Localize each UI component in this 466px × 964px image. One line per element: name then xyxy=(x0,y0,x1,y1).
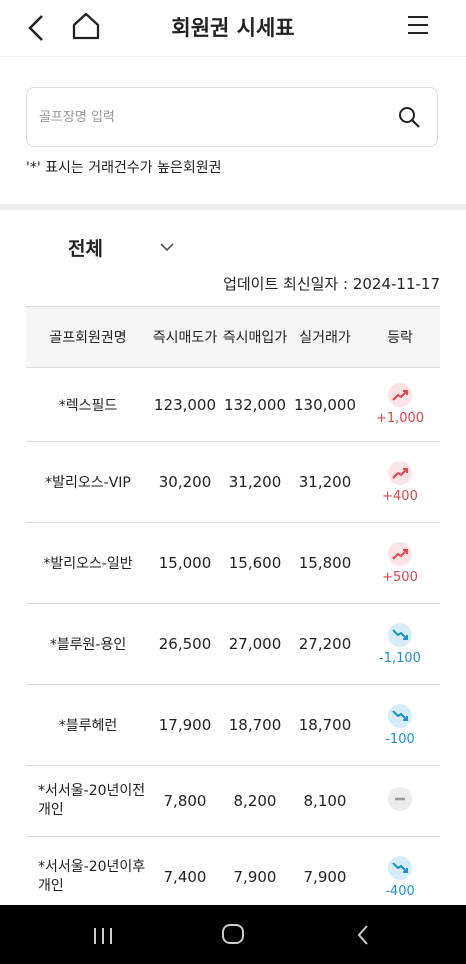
change-value: +400 xyxy=(382,488,418,504)
section-divider xyxy=(0,204,466,210)
row-change: -100 xyxy=(360,703,440,747)
chevron-down-icon[interactable] xyxy=(158,238,176,256)
row-sell: 123,000 xyxy=(153,395,217,414)
search-button[interactable] xyxy=(397,105,421,129)
row-actual: 8,100 xyxy=(303,792,347,810)
table-row[interactable]: *블루원-용인 26,500 27,000 27,200 -1,100 xyxy=(26,604,440,685)
row-change: +1,000 xyxy=(360,383,440,426)
recents-icon xyxy=(94,928,112,944)
search-icon xyxy=(399,107,420,128)
recents-button[interactable] xyxy=(92,927,114,949)
row-actual: 31,200 xyxy=(298,473,352,491)
table-header: 골프회원권명 즉시매도가 즉시매입가 실거래가 등락 xyxy=(26,306,440,368)
trend-up-icon xyxy=(388,383,412,407)
system-navigation-bar xyxy=(0,905,466,964)
row-buy: 15,600 xyxy=(228,554,282,572)
change-value: +500 xyxy=(382,569,418,585)
back-nav-icon xyxy=(357,925,368,945)
table-row[interactable]: *렉스필드 123,000 132,000 130,000 +1,000 xyxy=(26,368,440,442)
table-row[interactable]: *발리오스-VIP 30,200 31,200 31,200 +400 xyxy=(26,442,440,523)
row-name: *블루원-용인 xyxy=(49,637,127,653)
back-nav-button[interactable] xyxy=(356,925,370,945)
trend-up-icon xyxy=(388,460,412,485)
row-change: -1,100 xyxy=(360,622,440,666)
row-change: -400 xyxy=(360,855,440,899)
change-value: -1,100 xyxy=(379,650,421,666)
header-buy: 즉시매입가 xyxy=(222,330,288,346)
price-table: 골프회원권명 즉시매도가 즉시매입가 실거래가 등락 *렉스필드 123,000… xyxy=(26,306,440,917)
trend-down-icon xyxy=(388,703,412,728)
row-name: *발리오스-일반 xyxy=(43,556,133,572)
row-name: *서서울-20년이후 개인 xyxy=(38,859,146,894)
note-text: '*' 표시는 거래건수가 높은회원권 xyxy=(26,160,222,176)
header-change: 등락 xyxy=(387,330,413,346)
change-value: +1,000 xyxy=(375,411,425,426)
update-date: 업데이트 최신일자 : 2024-11-17 xyxy=(223,275,440,293)
row-name: *서서울-20년이전 개인 xyxy=(38,783,146,818)
row-buy: 31,200 xyxy=(228,473,282,491)
filter-dropdown[interactable]: 전체 xyxy=(68,234,103,261)
row-name: *블루헤런 xyxy=(58,718,118,734)
table-row[interactable]: *블루헤런 17,900 18,700 18,700 -100 xyxy=(26,685,440,766)
row-actual: 15,800 xyxy=(298,554,352,572)
row-sell: 30,200 xyxy=(158,473,212,491)
row-buy: 7,900 xyxy=(233,868,277,886)
app-header: 회원권 시세표 xyxy=(0,0,466,57)
header-actual: 실거래가 xyxy=(299,330,351,346)
row-sell: 7,400 xyxy=(163,868,207,886)
menu-button[interactable] xyxy=(406,14,430,36)
change-value: -100 xyxy=(385,731,415,747)
table-row[interactable]: *서서울-20년이전 개인 7,800 8,200 8,100 xyxy=(26,766,440,837)
hamburger-menu-icon xyxy=(408,16,428,34)
row-change: +400 xyxy=(360,460,440,504)
trend-down-icon xyxy=(388,622,412,647)
search-input[interactable]: 골프장명 입력 xyxy=(39,106,369,125)
row-name: *렉스필드 xyxy=(58,397,118,414)
row-sell: 7,800 xyxy=(163,792,207,810)
page-title: 회원권 시세표 xyxy=(171,16,295,40)
search-box: 골프장명 입력 xyxy=(26,87,438,147)
trend-up-icon xyxy=(388,541,412,566)
trend-flat-icon xyxy=(388,787,412,811)
row-actual: 130,000 xyxy=(293,395,357,414)
row-name: *발리오스-VIP xyxy=(45,475,131,491)
row-sell: 17,900 xyxy=(158,716,212,734)
row-actual: 7,900 xyxy=(303,868,347,886)
row-change: +500 xyxy=(360,541,440,585)
row-sell: 26,500 xyxy=(158,635,212,653)
header-name: 골프회원권명 xyxy=(49,330,127,346)
row-buy: 18,700 xyxy=(228,716,282,734)
row-change xyxy=(360,787,440,815)
row-actual: 18,700 xyxy=(298,716,352,734)
row-buy: 132,000 xyxy=(223,395,287,414)
row-buy: 27,000 xyxy=(228,635,282,653)
trend-down-icon xyxy=(388,855,412,880)
row-actual: 27,200 xyxy=(298,635,352,653)
row-buy: 8,200 xyxy=(233,792,277,810)
home-nav-button[interactable] xyxy=(222,924,244,944)
header-sell: 즉시매도가 xyxy=(152,330,218,346)
change-value: -400 xyxy=(385,883,415,899)
row-sell: 15,000 xyxy=(158,554,212,572)
table-row[interactable]: *발리오스-일반 15,000 15,600 15,800 +500 xyxy=(26,523,440,604)
